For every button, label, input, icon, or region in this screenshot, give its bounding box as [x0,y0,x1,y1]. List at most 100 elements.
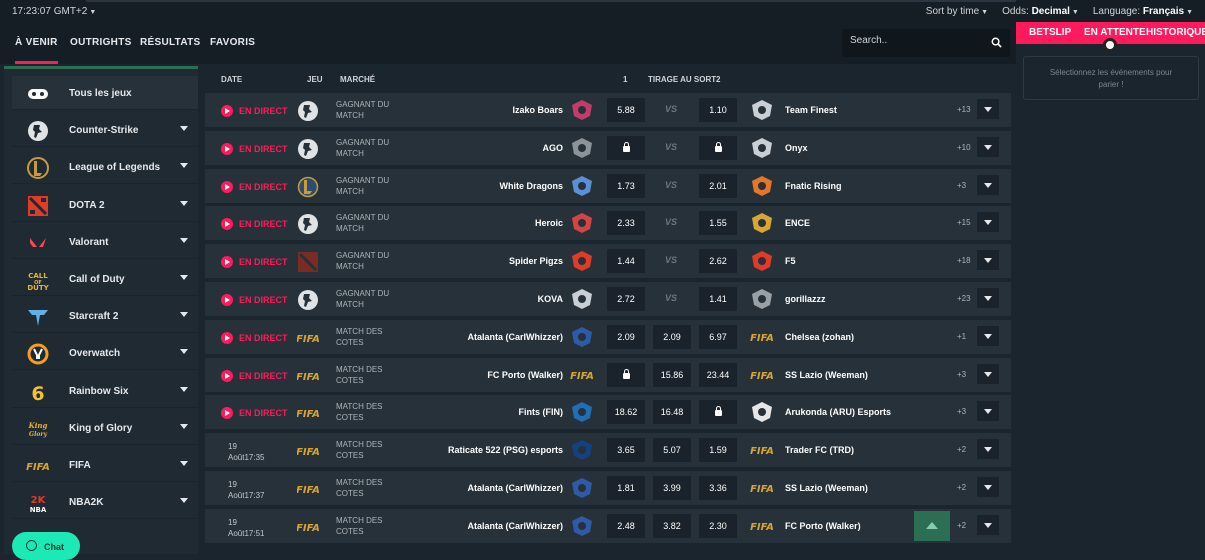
expand-row-button[interactable] [977,477,999,497]
odd-away[interactable]: 2.30 [699,513,737,538]
scroll-top-button[interactable] [914,511,950,541]
team1-logo [569,514,595,538]
sort-dropdown[interactable]: Sort by time ▼ [926,6,988,17]
sidebar-item-overwatch[interactable]: Overwatch [12,336,198,371]
chevron-down-icon[interactable] [180,126,188,132]
table-row[interactable]: EN DIRECT GAGNANT DU MATCH Spider Pigzs 1.4… [205,244,1011,279]
expand-row-button[interactable] [977,174,999,195]
chevron-down-icon[interactable] [180,237,188,243]
sidebar-item-counter-strike[interactable]: Counter-Strike [12,113,198,148]
table-row[interactable]: EN DIRECT GAGNANT DU MATCH AGO VS Onyx +10 [205,130,1011,165]
chevron-down-icon[interactable] [180,312,188,318]
sidebar-item-king-of-glory[interactable]: King Glory King of Glory [12,411,198,445]
odd-home[interactable]: 2.48 [607,513,645,538]
sidebar-item-fifa[interactable]: FIFA FIFA [12,448,198,482]
chevron-down-icon[interactable] [180,498,188,504]
odd-home[interactable]: 1.44 [607,249,645,274]
expand-row-button[interactable] [977,514,999,535]
expand-row-button[interactable] [977,212,999,233]
lock-icon [714,406,722,417]
odd-home[interactable]: 1.73 [607,173,645,198]
odd-away[interactable]: 2.62 [699,249,737,274]
odd-home[interactable]: 1.81 [607,476,645,500]
expand-row-button[interactable] [977,325,999,346]
chevron-down-icon[interactable] [180,461,188,466]
sidebar-item-league-of-legends[interactable]: League of Legends [12,150,198,185]
main-tabs: À VENIR OUTRIGHTS RÉSULTATS FAVORIS [0,22,1016,64]
odd-draw[interactable]: 15.86 [653,362,691,387]
tab-outrights[interactable]: OUTRIGHTS [70,22,132,64]
odd-home[interactable]: 18.62 [607,400,645,425]
chevron-down-icon[interactable] [180,163,188,169]
table-row[interactable]: 19 Août17:37 FIFA MATCH DES COTES Atalanta (… [205,471,1011,505]
chevron-down-icon[interactable] [180,423,188,429]
table-row[interactable]: 19 Août17:35 FIFA MATCH DES COTES Raticate 5… [205,433,1011,468]
odd-draw[interactable]: 3.82 [653,513,691,538]
odd-away[interactable]: 1.41 [699,287,737,311]
tab-favorites[interactable]: FAVORIS [210,22,255,64]
chat-button[interactable]: Chat [12,532,80,560]
expand-row-button[interactable] [977,99,999,119]
expand-row-button[interactable] [977,288,999,308]
tab-pending[interactable]: EN ATTENTE [1084,27,1146,38]
odd-draw[interactable]: 16.48 [653,400,691,425]
sidebar-item-rainbow-six[interactable]: 6 Rainbow Six [12,374,198,408]
odd-home[interactable]: 2.33 [607,211,645,236]
gear-icon[interactable] [1103,38,1117,52]
sidebar-item-starcraft-2[interactable]: Starcraft 2 [12,299,198,334]
odd-away[interactable]: 3.36 [699,476,737,500]
odd-away[interactable]: 1.10 [699,98,737,122]
dota2-icon [297,251,319,273]
chevron-down-icon[interactable] [180,349,188,355]
table-row[interactable]: EN DIRECT FIFA MATCH DES COTES FC Porto (Wa… [205,357,1011,392]
chevron-down-icon[interactable] [180,386,188,392]
play-icon [221,142,233,155]
table-row[interactable]: 19 Août17:51 FIFA MATCH DES COTES Atalanta (… [205,508,1011,543]
sidebar-item-tous-les-jeux[interactable]: Tous les jeux [12,76,198,110]
chevron-down-icon[interactable] [180,200,188,206]
svg-text:DUTY: DUTY [27,284,49,291]
expand-row-button[interactable] [977,250,999,271]
live-badge: EN DIRECT [221,218,288,231]
table-row[interactable]: EN DIRECT GAGNANT DU MATCH Izako Boars 5.88… [205,93,1011,127]
chevron-down-icon[interactable] [180,275,188,280]
expand-row-button[interactable] [977,363,999,384]
sidebar-item-valorant[interactable]: Valorant [12,225,198,259]
clock[interactable]: 17:23:07 GMT+2 ▼ [12,6,96,17]
table-row[interactable]: EN DIRECT GAGNANT DU MATCH Heroic 2.33 VS 1.5… [205,206,1011,241]
table-row[interactable]: EN DIRECT FIFA MATCH DES COTES Atalanta (Ca… [205,319,1011,354]
sidebar-item-nba2k[interactable]: 2K NBA NBA2K [12,485,198,520]
sidebar-item-call-of-duty[interactable]: CALL OF DUTY Call of Duty [12,262,198,296]
sidebar-item-dota-2[interactable]: DOTA 2 [12,188,198,222]
odd-home[interactable]: 5.88 [607,98,645,122]
more-markets-count: +23 [957,294,971,303]
versus-label: VS [665,217,678,228]
odd-away[interactable]: 1.55 [699,211,737,236]
expand-row-button[interactable] [977,136,999,157]
tab-upcoming[interactable]: À VENIR [15,22,58,64]
tab-betslip[interactable]: BETSLIP [1029,27,1071,38]
table-row[interactable]: EN DIRECT GAGNANT DU MATCH White Dragons 1.… [205,168,1011,203]
odd-away[interactable]: 2.01 [699,173,737,198]
odd-draw[interactable]: 2.09 [653,324,691,349]
search-icon[interactable] [991,37,1002,48]
odd-home[interactable]: 2.72 [607,287,645,311]
odd-draw[interactable]: 3.99 [653,476,691,500]
table-row[interactable]: EN DIRECT GAGNANT DU MATCH KOVA 2.72 VS 1.41 g… [205,282,1011,316]
team2-name: Fnatic Rising [785,180,842,191]
language-dropdown[interactable]: Language: Français ▼ [1093,6,1193,17]
odd-home[interactable]: 3.65 [607,438,645,463]
table-row[interactable]: EN DIRECT FIFA MATCH DES COTES Fints (FIN) 1… [205,395,1011,430]
tab-results[interactable]: RÉSULTATS [140,22,200,64]
team1-logo [569,211,595,235]
odd-away[interactable]: 6.97 [699,324,737,349]
expand-row-button[interactable] [977,401,999,422]
odd-away[interactable]: 1.59 [699,438,737,463]
odd-away[interactable]: 23.44 [699,362,737,387]
expand-row-button[interactable] [977,439,999,460]
search-input[interactable] [850,35,980,46]
tab-history[interactable]: HISTORIQUE [1146,27,1205,38]
odds-dropdown[interactable]: Odds: Decimal ▼ [1002,6,1079,17]
odd-draw[interactable]: 5.07 [653,438,691,463]
odd-home[interactable]: 2.09 [607,324,645,349]
